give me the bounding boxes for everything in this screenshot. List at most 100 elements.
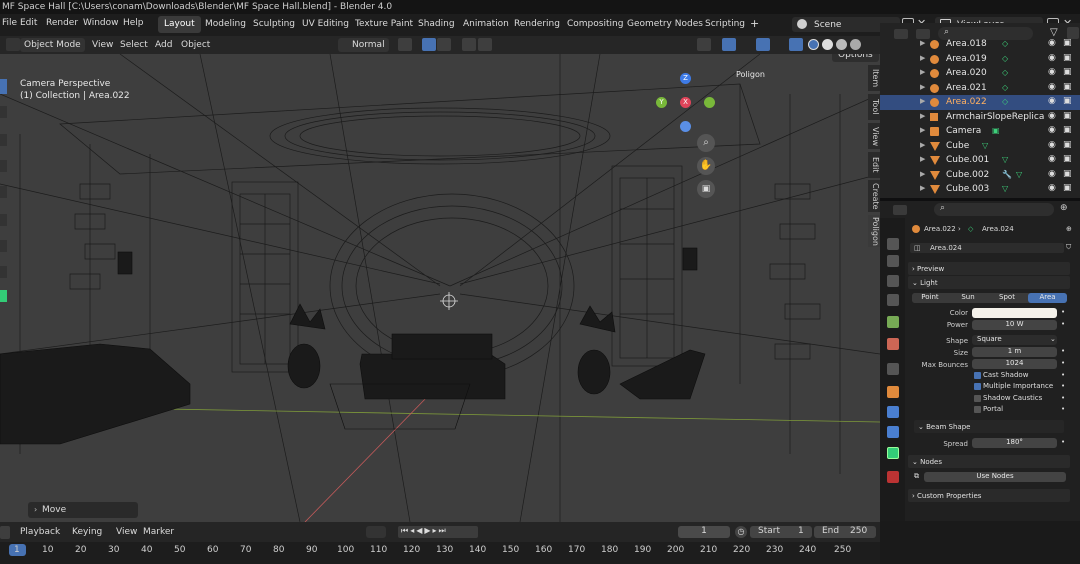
expand-arrow-icon[interactable]: ▶ xyxy=(920,68,925,76)
current-frame-field[interactable]: 1 xyxy=(678,526,730,538)
section-nodes[interactable]: ⌄ Nodes xyxy=(908,455,1070,468)
outliner-row[interactable]: ▶ Area.021 ◇ ◉ ▣ xyxy=(880,81,1080,96)
keyframe-dot-icon[interactable]: • xyxy=(1061,347,1065,355)
texture-tab-icon[interactable] xyxy=(887,471,899,483)
keyframe-dot-icon[interactable]: • xyxy=(1061,405,1065,413)
material-shading-icon[interactable] xyxy=(836,39,847,50)
eye-icon[interactable]: ◉ xyxy=(1048,140,1056,150)
render-camera-icon[interactable]: ▣ xyxy=(1063,125,1072,135)
tab-shading[interactable]: Shading xyxy=(412,16,461,33)
3d-viewport[interactable]: Camera Perspective (1) Collection | Area… xyxy=(0,54,880,522)
keyframe-dot-icon[interactable]: • xyxy=(1061,308,1065,316)
tab-geometry-nodes[interactable]: Geometry Nodes xyxy=(621,16,709,33)
outliner-row[interactable]: ▶ Area.018 ◇ ◉ ▣ xyxy=(880,37,1080,52)
end-frame-field[interactable]: End 250 xyxy=(814,526,876,538)
shadow-caustics-checkbox[interactable] xyxy=(974,395,981,402)
menu-file[interactable]: File xyxy=(2,18,17,28)
outliner-row[interactable]: ▶ Cube.003 ▽ ◉ ▣ xyxy=(880,182,1080,197)
expand-arrow-icon[interactable]: ▶ xyxy=(920,97,925,105)
menu-object[interactable]: Object xyxy=(177,38,214,52)
scene-tab-icon[interactable] xyxy=(887,316,899,328)
outliner-row[interactable]: ▶ Area.019 ◇ ◉ ▣ xyxy=(880,52,1080,67)
pivot-point-icon[interactable] xyxy=(398,38,412,51)
render-camera-icon[interactable]: ▣ xyxy=(1063,82,1072,92)
keyframe-dot-icon[interactable]: • xyxy=(1061,438,1065,446)
eye-icon[interactable]: ◉ xyxy=(1048,169,1056,179)
xray-icon[interactable] xyxy=(789,38,803,51)
render-camera-icon[interactable]: ▣ xyxy=(1063,38,1072,48)
gizmo-neg-y-axis[interactable] xyxy=(704,97,715,108)
keyframe-dot-icon[interactable]: • xyxy=(1061,359,1065,367)
render-camera-icon[interactable]: ▣ xyxy=(1063,96,1072,106)
expand-arrow-icon[interactable]: ▶ xyxy=(920,155,925,163)
gizmo-icon[interactable] xyxy=(722,38,736,51)
wireframe-shading-icon[interactable] xyxy=(808,39,819,50)
outliner-row-selected[interactable]: ▶ Area.022 ◇ ◉ ▣ xyxy=(880,95,1080,110)
add-cube-tool-icon[interactable] xyxy=(0,290,7,302)
menu-marker[interactable]: Marker xyxy=(139,525,178,539)
pin-icon[interactable]: ⊕ xyxy=(1066,225,1072,233)
falloff-icon[interactable] xyxy=(478,38,492,51)
sidebar-tab-poligon[interactable]: Poligon xyxy=(868,215,880,247)
render-camera-icon[interactable]: ▣ xyxy=(1063,67,1072,77)
eye-icon[interactable]: ◉ xyxy=(1048,53,1056,63)
outliner-row[interactable]: ▶ Cube.001 ▽ ◉ ▣ xyxy=(880,153,1080,168)
proportional-edit-icon[interactable] xyxy=(462,38,476,51)
expand-arrow-icon[interactable]: ▶ xyxy=(920,112,925,120)
eye-icon[interactable]: ◉ xyxy=(1048,96,1056,106)
select-tool-icon[interactable] xyxy=(0,79,7,94)
gizmo-z-axis[interactable]: Z xyxy=(680,73,691,84)
tab-layout[interactable]: Layout xyxy=(158,16,201,33)
gizmo-y-axis[interactable]: Y xyxy=(656,97,667,108)
move-tool-icon[interactable] xyxy=(0,134,7,146)
transform-orientation-selector[interactable]: Normal xyxy=(338,38,389,52)
tab-modeling[interactable]: Modeling xyxy=(199,16,252,33)
operator-panel[interactable]: › Move xyxy=(28,502,138,518)
view-layer-tab-icon[interactable] xyxy=(887,294,899,306)
multiple-importance-checkbox[interactable] xyxy=(974,383,981,390)
tab-texture-paint[interactable]: Texture Paint xyxy=(349,16,419,33)
keyframe-dot-icon[interactable]: • xyxy=(1061,371,1065,379)
light-type-spot-button[interactable]: Spot xyxy=(988,293,1026,303)
rotate-tool-icon[interactable] xyxy=(0,160,7,172)
overlay-icon[interactable] xyxy=(756,38,770,51)
eye-icon[interactable]: ◉ xyxy=(1048,82,1056,92)
keyframe-dot-icon[interactable]: • xyxy=(1061,394,1065,402)
mode-selector[interactable]: Object Mode xyxy=(20,38,85,52)
outliner-row[interactable]: ▶ Cube.002 🔧 ▽ ◉ ▣ xyxy=(880,168,1080,183)
render-camera-icon[interactable]: ▣ xyxy=(1063,183,1072,193)
section-custom-properties[interactable]: › Custom Properties xyxy=(908,489,1070,502)
eye-icon[interactable]: ◉ xyxy=(1048,154,1056,164)
keyframe-record-icon[interactable] xyxy=(366,526,386,538)
expand-arrow-icon[interactable]: ▶ xyxy=(920,184,925,192)
pin-icon[interactable]: ⊕ xyxy=(1060,203,1068,213)
sidebar-tab-item[interactable]: Item xyxy=(868,65,880,91)
transform-tool-icon[interactable] xyxy=(0,214,7,226)
eye-icon[interactable]: ◉ xyxy=(1048,67,1056,77)
expand-arrow-icon[interactable]: ▶ xyxy=(920,126,925,134)
cast-shadow-checkbox[interactable] xyxy=(974,372,981,379)
section-beam-shape[interactable]: ⌄ Beam Shape xyxy=(914,420,1064,433)
tool-tab-icon[interactable] xyxy=(887,238,899,250)
menu-timeline-view[interactable]: View xyxy=(112,525,141,539)
zoom-icon[interactable]: ⌕ xyxy=(697,134,715,152)
expand-arrow-icon[interactable]: ▶ xyxy=(920,83,925,91)
gizmo-neg-z-axis[interactable] xyxy=(680,121,691,132)
section-light[interactable]: ⌄ Light xyxy=(908,276,1070,289)
expand-arrow-icon[interactable]: ▶ xyxy=(920,141,925,149)
light-type-point-button[interactable]: Point xyxy=(912,293,948,303)
tab-rendering[interactable]: Rendering xyxy=(508,16,566,33)
sidebar-tab-view[interactable]: View xyxy=(868,123,880,149)
keyframe-dot-icon[interactable]: • xyxy=(1061,382,1065,390)
sidebar-tab-tool[interactable]: Tool xyxy=(868,94,880,120)
power-field[interactable]: 10 W xyxy=(972,320,1057,330)
tab-uv-editing[interactable]: UV Editing xyxy=(296,16,355,33)
start-frame-field[interactable]: Start 1 xyxy=(750,526,812,538)
eye-icon[interactable]: ◉ xyxy=(1048,38,1056,48)
menu-add[interactable]: Add xyxy=(151,38,176,52)
tab-compositing[interactable]: Compositing xyxy=(561,16,629,33)
render-camera-icon[interactable]: ▣ xyxy=(1063,53,1072,63)
sidebar-tab-edit[interactable]: Edit xyxy=(868,152,880,178)
scale-tool-icon[interactable] xyxy=(0,186,7,198)
outliner-row[interactable]: ▶ Area.020 ◇ ◉ ▣ xyxy=(880,66,1080,81)
